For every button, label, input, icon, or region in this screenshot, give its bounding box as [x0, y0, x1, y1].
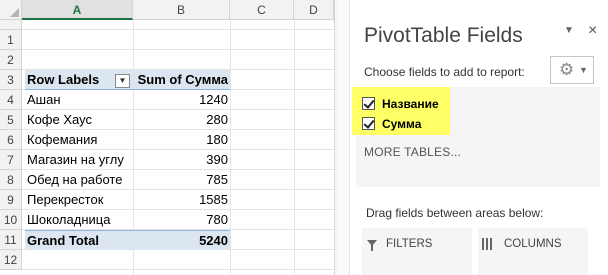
- pivot-fields-pane: PivotTable Fields ▼ × Choose fields to a…: [338, 0, 608, 275]
- pivot-item-value[interactable]: 785: [133, 170, 230, 190]
- pivot-grand-total-label[interactable]: Grand Total: [25, 230, 133, 250]
- pivot-item-value[interactable]: 1585: [133, 190, 230, 210]
- columns-icon: [482, 238, 494, 250]
- row-header-7[interactable]: 7: [0, 150, 22, 170]
- more-tables-link[interactable]: MORE TABLES...: [364, 145, 461, 159]
- row-header-12[interactable]: 12: [0, 250, 22, 270]
- filters-area[interactable]: FILTERS: [362, 228, 472, 275]
- row-header-3[interactable]: 3: [0, 70, 22, 90]
- pane-options-chevron-icon[interactable]: ▼: [564, 25, 574, 36]
- pivot-item-value[interactable]: 280: [133, 110, 230, 130]
- pivot-item-label[interactable]: Обед на работе: [25, 170, 133, 190]
- row-header-5[interactable]: 5: [0, 110, 22, 130]
- filters-area-label: FILTERS: [386, 238, 433, 250]
- row-header-10[interactable]: 10: [0, 210, 22, 230]
- row-header-11[interactable]: 11: [0, 230, 22, 250]
- column-header-b[interactable]: B: [133, 0, 230, 20]
- chevron-down-icon: ▼: [579, 65, 588, 75]
- row-labels-filter-button[interactable]: ▼: [115, 74, 130, 88]
- column-header-d[interactable]: D: [294, 0, 334, 20]
- close-icon[interactable]: ×: [588, 22, 597, 40]
- column-header-c[interactable]: C: [230, 0, 294, 20]
- pivot-item-value[interactable]: 1240: [133, 90, 230, 110]
- pivot-item-label[interactable]: Кофемания: [25, 130, 133, 150]
- pivot-sum-header[interactable]: Sum of Сумма: [133, 70, 230, 90]
- columns-area-label: COLUMNS: [504, 238, 562, 250]
- pivot-item-value[interactable]: 390: [133, 150, 230, 170]
- column-header-a[interactable]: A: [22, 0, 133, 20]
- pivot-item-label[interactable]: Перекресток: [25, 190, 133, 210]
- row-header-4[interactable]: 4: [0, 90, 22, 110]
- field-checkbox-checked[interactable]: [362, 97, 375, 110]
- field-label: Сумма: [382, 117, 422, 131]
- row-header-6[interactable]: 6: [0, 130, 22, 150]
- pivot-item-value[interactable]: 780: [133, 210, 230, 230]
- pane-title: PivotTable Fields: [364, 24, 523, 47]
- choose-fields-label: Choose fields to add to report:: [364, 65, 525, 79]
- pivot-item-value[interactable]: 180: [133, 130, 230, 150]
- select-all-corner[interactable]: [0, 0, 22, 20]
- field-checkbox-checked[interactable]: [362, 117, 375, 130]
- pane-resize-handle[interactable]: [338, 0, 350, 275]
- row-header-9[interactable]: 9: [0, 190, 22, 210]
- filter-icon: [367, 240, 377, 251]
- pivot-item-label[interactable]: Ашан: [25, 90, 133, 110]
- pivot-item-label[interactable]: Шоколадница: [25, 210, 133, 230]
- field-label: Название: [382, 97, 439, 111]
- row-header-1[interactable]: 1: [0, 30, 22, 50]
- row-header-2[interactable]: 2: [0, 50, 22, 70]
- spreadsheet-grid[interactable]: A B C D 1 2 3 4 5 6 7 8 9 10 11 12 Row L…: [0, 0, 338, 275]
- drag-fields-label: Drag fields between areas below:: [366, 206, 544, 220]
- columns-area[interactable]: COLUMNS: [478, 228, 588, 275]
- pivot-item-label[interactable]: Кофе Хаус: [25, 110, 133, 130]
- row-header-8[interactable]: 8: [0, 170, 22, 190]
- pivot-grand-total-value[interactable]: 5240: [133, 230, 230, 250]
- gear-icon: ⚙: [559, 60, 575, 79]
- field-settings-button[interactable]: ⚙ ▼: [550, 56, 594, 84]
- pivot-item-label[interactable]: Магазин на углу: [25, 150, 133, 170]
